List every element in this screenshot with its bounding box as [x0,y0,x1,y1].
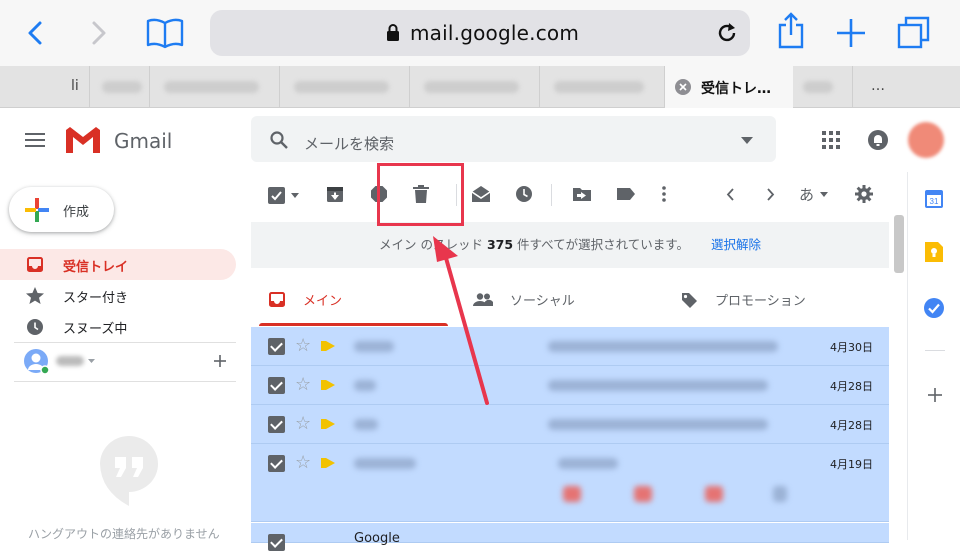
pointer-arrow-annotation [433,236,489,405]
